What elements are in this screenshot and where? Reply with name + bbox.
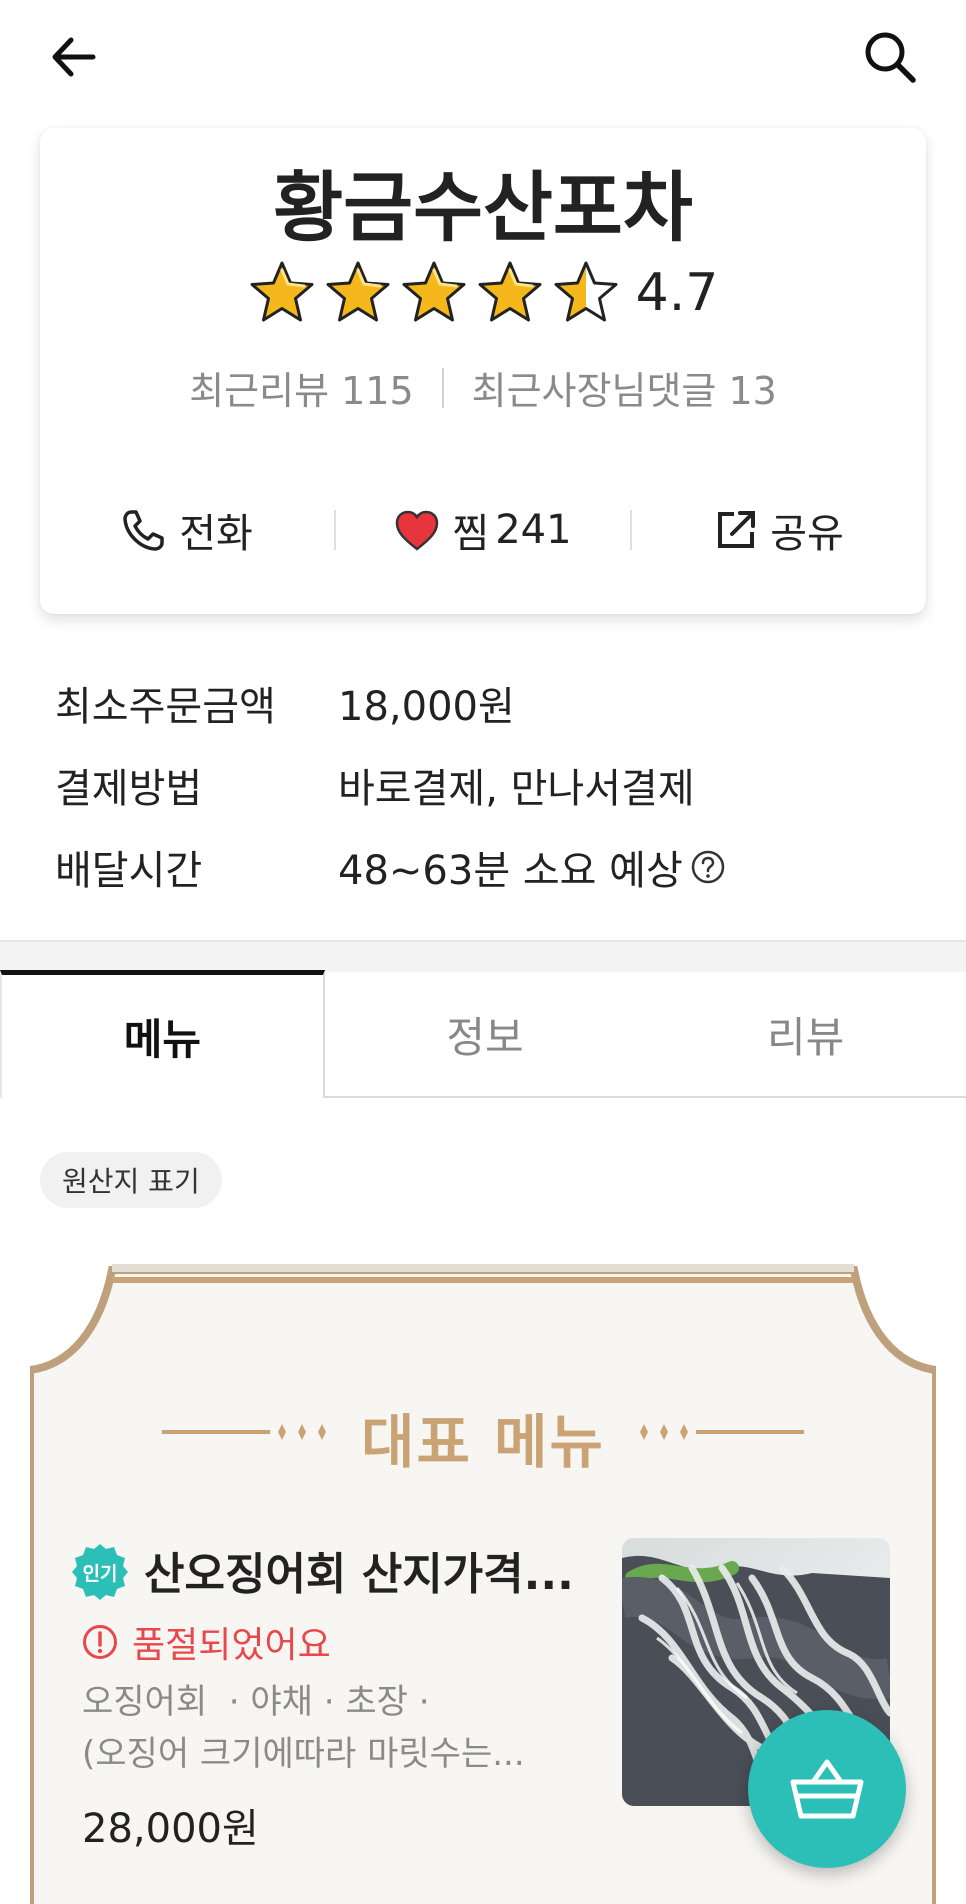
soldout-text: 품절되었어요 [132, 1625, 331, 1666]
star-icon [476, 260, 544, 326]
tab-info[interactable]: 정보 [324, 970, 646, 1098]
desc-line-1: 오징어회 · 야채 · 초장 · [82, 1682, 430, 1722]
back-button[interactable] [38, 22, 108, 92]
back-arrow-icon [52, 37, 96, 77]
store-info: 최소주문금액 18,000원 결제방법 바로결제, 만나서결제 배달시간 48~… [55, 662, 725, 908]
featured-menu-title: 대표 메뉴 [361, 1408, 605, 1476]
share-label: 공유 [770, 511, 844, 557]
review-counts: 최근리뷰 115 최근사장님댓글 13 [40, 360, 926, 415]
desc-line-2: (오징어 크기에따라 마릿수는... [82, 1734, 525, 1774]
payment-value: 바로결제, 만나서결제 [338, 766, 695, 812]
basket-icon [790, 1759, 864, 1819]
star-icon [248, 260, 316, 326]
question-icon[interactable] [691, 850, 725, 884]
min-order-row: 최소주문금액 18,000원 [55, 662, 725, 744]
payment-label: 결제방법 [55, 766, 203, 812]
phone-icon [123, 510, 164, 551]
store-actions: 전화 찜 241 공유 [40, 490, 926, 570]
store-name: 황금수산포차 [273, 163, 693, 252]
delivery-time-value: 48~63분 소요 예상 [338, 848, 683, 894]
call-label: 전화 [179, 511, 253, 557]
payment-row: 결제방법 바로결제, 만나서결제 [55, 744, 725, 826]
rating-row[interactable]: 4.7 [40, 260, 926, 326]
share-button[interactable]: 공유 [632, 501, 926, 559]
recent-review-count[interactable]: 최근리뷰 115 [189, 360, 413, 415]
origin-chip[interactable]: 원산지 표기 [40, 1152, 222, 1208]
owner-comment-count[interactable]: 최근사장님댓글 13 [472, 360, 777, 415]
like-count: 241 [495, 507, 572, 553]
like-button[interactable]: 찜 241 [336, 501, 630, 559]
divider [441, 367, 444, 408]
min-order-label: 최소주문금액 [55, 684, 276, 730]
call-button[interactable]: 전화 [40, 501, 334, 559]
cart-button[interactable] [748, 1710, 906, 1868]
tab-menu[interactable]: 메뉴 [0, 970, 325, 1098]
soldout-notice: 품절되었어요 [82, 1616, 331, 1668]
section-divider [0, 940, 966, 970]
popular-badge: 인기 [70, 1542, 130, 1602]
search-icon [865, 32, 916, 83]
search-button[interactable] [855, 22, 925, 92]
menu-item-price: 28,000원 [82, 1806, 259, 1852]
delivery-time-label: 배달시간 [55, 848, 203, 894]
half-star-icon [552, 260, 620, 326]
tab-bar: 메뉴 정보 리뷰 [0, 970, 966, 1098]
badge-icon: 인기 [72, 1544, 128, 1600]
star-icon [400, 260, 468, 326]
menu-item-description: 오징어회 · 야채 · 초장 · (오징어 크기에따라 마릿수는... [82, 1676, 525, 1780]
rating-value: 4.7 [635, 263, 719, 323]
like-label: 찜 [452, 511, 490, 557]
menu-item-name: 산오징어회 산지가격... [144, 1549, 574, 1600]
share-icon [718, 511, 756, 548]
tab-reviews[interactable]: 리뷰 [645, 970, 966, 1098]
title-right-ornament [640, 1424, 804, 1440]
star-icon [324, 260, 392, 326]
delivery-time-row: 배달시간 48~63분 소요 예상 [55, 826, 725, 908]
alert-icon [83, 1625, 117, 1659]
top-bar [0, 0, 966, 115]
badge-label: 인기 [83, 1563, 118, 1585]
store-card: 황금수산포차 4.7 최근리뷰 115 최근사장님댓글 13 전화 찜 241 [40, 128, 926, 614]
heart-icon [396, 510, 439, 551]
min-order-value: 18,000원 [338, 684, 515, 730]
